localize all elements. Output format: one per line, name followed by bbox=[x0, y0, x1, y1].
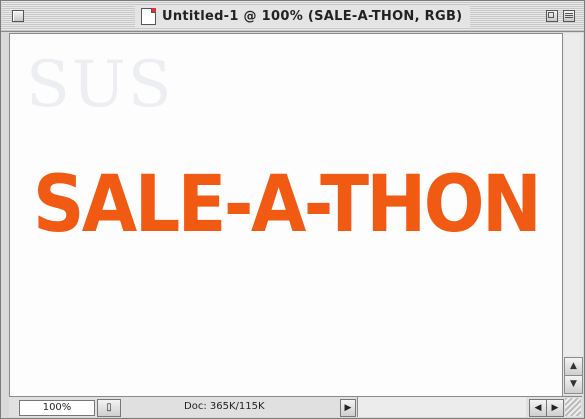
image-canvas[interactable]: SUS SALE-A-THON bbox=[9, 33, 563, 397]
vertical-scrollbar[interactable]: ▲ ▼ bbox=[562, 33, 583, 395]
page-preview-icon[interactable]: ▯ bbox=[97, 399, 121, 417]
title-container: Untitled-1 @ 100% (SALE-A-THON, RGB) bbox=[135, 5, 471, 27]
zoom-box-icon[interactable] bbox=[546, 10, 558, 22]
close-box-icon[interactable] bbox=[12, 10, 24, 22]
zoom-level-field[interactable]: 100% bbox=[19, 400, 95, 416]
scroll-up-arrow-icon[interactable]: ▲ bbox=[564, 357, 583, 376]
window-title: Untitled-1 @ 100% (SALE-A-THON, RGB) bbox=[162, 8, 463, 24]
horizontal-scroll-track[interactable] bbox=[357, 397, 526, 417]
scroll-left-arrow-icon[interactable]: ◀ bbox=[529, 399, 547, 417]
ghost-text: SUS bbox=[26, 48, 174, 122]
status-bar: 100% ▯ Doc: 365K/115K ▶ ◀ ▶ bbox=[9, 396, 582, 417]
collapse-box-icon[interactable] bbox=[563, 10, 575, 22]
resize-grip-icon[interactable] bbox=[565, 398, 581, 416]
vertical-scroll-track[interactable] bbox=[565, 35, 579, 355]
scroll-right-arrow-icon[interactable]: ▶ bbox=[546, 399, 564, 417]
scroll-down-arrow-icon[interactable]: ▼ bbox=[564, 375, 583, 394]
headline-text-layer: SALE-A-THON bbox=[32, 160, 542, 250]
document-icon bbox=[141, 7, 156, 25]
status-menu-arrow-icon[interactable]: ▶ bbox=[340, 399, 356, 417]
doc-size-info: Doc: 365K/115K bbox=[184, 401, 265, 412]
title-bar[interactable]: Untitled-1 @ 100% (SALE-A-THON, RGB) bbox=[1, 1, 584, 32]
document-window: Untitled-1 @ 100% (SALE-A-THON, RGB) SUS… bbox=[0, 0, 585, 419]
